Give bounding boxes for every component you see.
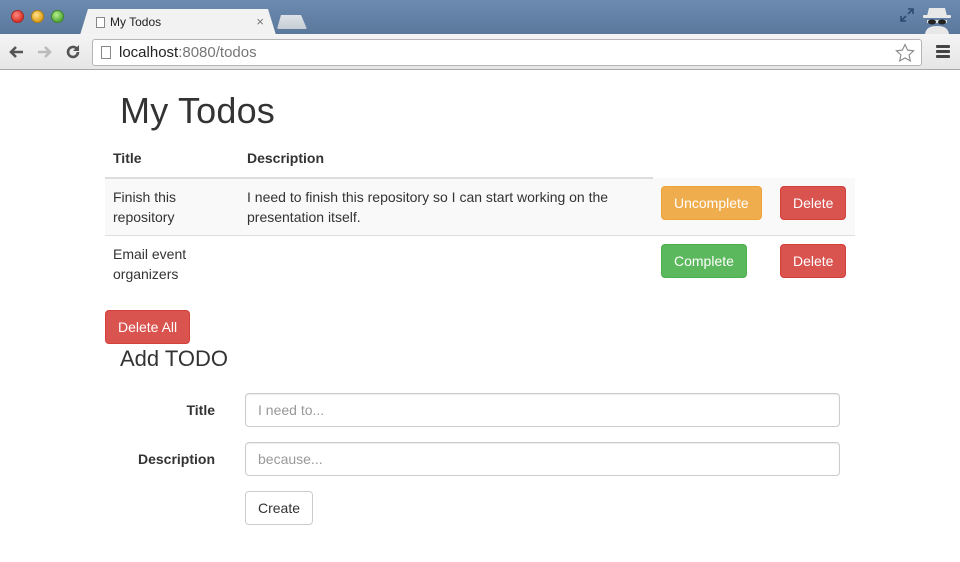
address-bar[interactable]: localhost:8080/todos [92,39,922,66]
url-path: :8080/todos [178,44,257,61]
page-title: My Todos [120,90,276,131]
url-host: localhost [119,44,179,61]
back-arrow-icon [9,46,23,58]
browser-toolbar: localhost:8080/todos [0,34,960,70]
reload-icon [66,45,80,59]
new-tab-button[interactable] [277,15,307,29]
fullscreen-icon[interactable] [900,8,914,22]
delete-button[interactable]: Delete [780,186,847,220]
page-icon [101,46,111,59]
uncomplete-button[interactable]: Uncomplete [661,186,762,220]
delete-all-button[interactable]: Delete All [105,310,191,344]
column-header-delete [772,144,855,178]
tab-title: My Todos [110,15,162,29]
forward-arrow-icon [38,46,52,58]
page-icon [96,17,105,28]
todo-description: I need to finish this repository so I ca… [239,178,653,236]
description-label: Description [137,451,215,467]
todo-title: Finish this repository [105,178,239,236]
tab-close-icon[interactable]: × [256,14,264,29]
todo-title: Email event organizers [105,235,239,292]
title-input[interactable] [245,393,840,427]
table-row: Finish this repository I need to finish … [105,178,855,236]
minimize-window-button[interactable] [31,10,44,23]
star-icon[interactable] [895,43,915,63]
column-header-description: Description [239,144,653,179]
hamburger-menu-icon[interactable] [936,45,950,59]
browser-titlebar: My Todos × [0,0,960,34]
todo-table: Title Description Finish this repository… [105,144,855,292]
browser-tab-active[interactable]: My Todos × [80,9,276,35]
todo-description [239,235,653,292]
forward-button[interactable] [35,42,55,62]
create-button[interactable]: Create [245,491,314,525]
column-header-title: Title [105,144,239,179]
table-header-row: Title Description [105,144,855,179]
page-content: My Todos Title Description Finish this r… [0,71,960,562]
reload-button[interactable] [63,42,83,62]
title-label: Title [186,402,215,418]
title-form-row: Title [105,393,840,427]
close-window-button[interactable] [11,10,24,23]
add-todo-heading: Add TODO [120,346,229,371]
table-row: Email event organizers Complete Delete [105,235,855,292]
delete-button[interactable]: Delete [780,244,847,278]
complete-button[interactable]: Complete [661,244,747,278]
description-form-row: Description [105,442,840,476]
description-input[interactable] [245,442,840,476]
column-header-action [653,144,772,178]
zoom-window-button[interactable] [51,10,64,23]
back-button[interactable] [6,42,26,62]
incognito-icon [923,8,951,34]
